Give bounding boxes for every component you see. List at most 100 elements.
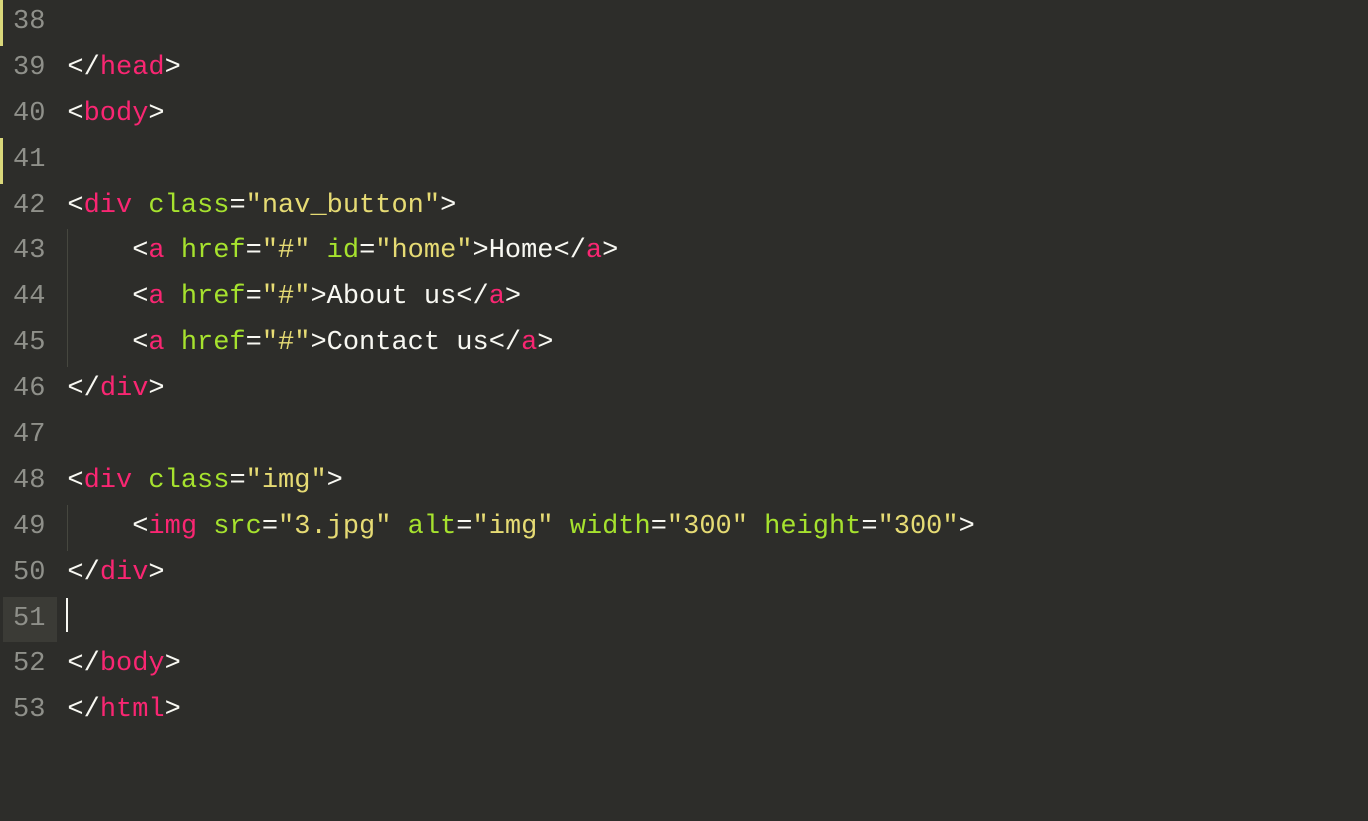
code-line[interactable]: </div> bbox=[67, 367, 1368, 413]
line-number: 41 bbox=[3, 138, 57, 184]
line-number: 42 bbox=[3, 184, 57, 230]
code-line-active[interactable] bbox=[67, 597, 1368, 643]
punct: > bbox=[165, 649, 181, 679]
punct: > bbox=[537, 328, 553, 358]
code-line[interactable]: <a href="#" id="home">Home</a> bbox=[67, 229, 1368, 275]
line-number: 48 bbox=[3, 459, 57, 505]
text-content: Contact us bbox=[327, 328, 489, 358]
punct: > bbox=[440, 191, 456, 221]
code-line[interactable]: </div> bbox=[67, 551, 1368, 597]
attr-name: class bbox=[148, 191, 229, 221]
quote: " bbox=[246, 191, 262, 221]
text-cursor bbox=[66, 598, 68, 632]
code-line[interactable] bbox=[67, 138, 1368, 184]
code-line[interactable]: </body> bbox=[67, 642, 1368, 688]
punct: = bbox=[229, 466, 245, 496]
line-number: 39 bbox=[3, 46, 57, 92]
code-line[interactable]: <body> bbox=[67, 92, 1368, 138]
punct: > bbox=[959, 512, 975, 542]
string: nav_button bbox=[262, 191, 424, 221]
attr-name: width bbox=[570, 512, 651, 542]
attr-value: "300" bbox=[878, 512, 959, 542]
punct: < bbox=[67, 466, 83, 496]
line-number: 50 bbox=[3, 551, 57, 597]
line-number-gutter: 38 39 40 41 42 43 44 45 46 47 48 49 50 5… bbox=[0, 0, 63, 821]
code-line[interactable]: </html> bbox=[67, 688, 1368, 734]
code-line[interactable]: <div class="img"> bbox=[67, 459, 1368, 505]
line-number: 49 bbox=[3, 505, 57, 551]
code-line[interactable]: <div class="nav_button"> bbox=[67, 184, 1368, 230]
line-number: 51 bbox=[3, 597, 57, 643]
tag-name: head bbox=[100, 53, 165, 83]
attr-name: class bbox=[148, 466, 229, 496]
attr-value: "img" bbox=[472, 512, 553, 542]
line-number: 43 bbox=[3, 229, 57, 275]
tag-name: div bbox=[100, 558, 149, 588]
quote: " bbox=[424, 191, 440, 221]
punct: </ bbox=[67, 649, 99, 679]
code-line[interactable]: </head> bbox=[67, 46, 1368, 92]
line-number: 40 bbox=[3, 92, 57, 138]
punct: = bbox=[246, 236, 262, 266]
code-line[interactable]: <a href="#">Contact us</a> bbox=[67, 321, 1368, 367]
punct: > bbox=[148, 99, 164, 129]
punct: = bbox=[229, 191, 245, 221]
code-line[interactable]: <img src="3.jpg" alt="img" width="300" h… bbox=[67, 505, 1368, 551]
punct: </ bbox=[67, 53, 99, 83]
tag-name: a bbox=[148, 236, 164, 266]
punct: = bbox=[246, 328, 262, 358]
tag-name: img bbox=[148, 512, 197, 542]
attr-value: "nav_button" bbox=[246, 191, 440, 221]
tag-name: a bbox=[521, 328, 537, 358]
punct: = bbox=[359, 236, 375, 266]
punct: = bbox=[246, 282, 262, 312]
punct: = bbox=[456, 512, 472, 542]
tag-name: div bbox=[84, 191, 133, 221]
indent-guide bbox=[67, 229, 68, 275]
punct: > bbox=[327, 466, 343, 496]
line-number: 47 bbox=[3, 413, 57, 459]
code-area[interactable]: </head> <body> <div class="nav_button"> … bbox=[63, 0, 1368, 821]
punct: < bbox=[67, 191, 83, 221]
attr-name: alt bbox=[408, 512, 457, 542]
punct: < bbox=[132, 236, 148, 266]
tag-name: html bbox=[100, 695, 165, 725]
punct: = bbox=[861, 512, 877, 542]
punct: > bbox=[602, 236, 618, 266]
tag-name: div bbox=[84, 466, 133, 496]
line-number: 53 bbox=[3, 688, 57, 734]
punct: </ bbox=[489, 328, 521, 358]
punct: > bbox=[310, 282, 326, 312]
punct: > bbox=[148, 374, 164, 404]
code-line[interactable] bbox=[67, 0, 1368, 46]
tag-name: body bbox=[100, 649, 165, 679]
text-content: About us bbox=[327, 282, 457, 312]
line-number: 46 bbox=[3, 367, 57, 413]
attr-value: "#" bbox=[262, 282, 311, 312]
line-number: 38 bbox=[3, 0, 57, 46]
attr-name: id bbox=[327, 236, 359, 266]
line-number: 52 bbox=[3, 642, 57, 688]
indent-guide bbox=[67, 505, 68, 551]
tag-name: a bbox=[148, 282, 164, 312]
line-number: 44 bbox=[3, 275, 57, 321]
attr-value: "#" bbox=[262, 236, 311, 266]
attr-value: "300" bbox=[667, 512, 748, 542]
attr-name: height bbox=[764, 512, 861, 542]
punct: > bbox=[505, 282, 521, 312]
punct: < bbox=[67, 99, 83, 129]
attr-value: "#" bbox=[262, 328, 311, 358]
attr-name: href bbox=[181, 282, 246, 312]
punct: < bbox=[132, 282, 148, 312]
code-line[interactable] bbox=[67, 413, 1368, 459]
tag-name: a bbox=[586, 236, 602, 266]
punct: </ bbox=[67, 695, 99, 725]
line-number: 45 bbox=[3, 321, 57, 367]
punct: > bbox=[472, 236, 488, 266]
punct: </ bbox=[67, 374, 99, 404]
code-line[interactable]: <a href="#">About us</a> bbox=[67, 275, 1368, 321]
attr-name: src bbox=[213, 512, 262, 542]
punct: </ bbox=[67, 558, 99, 588]
indent-guide bbox=[67, 321, 68, 367]
tag-name: a bbox=[489, 282, 505, 312]
